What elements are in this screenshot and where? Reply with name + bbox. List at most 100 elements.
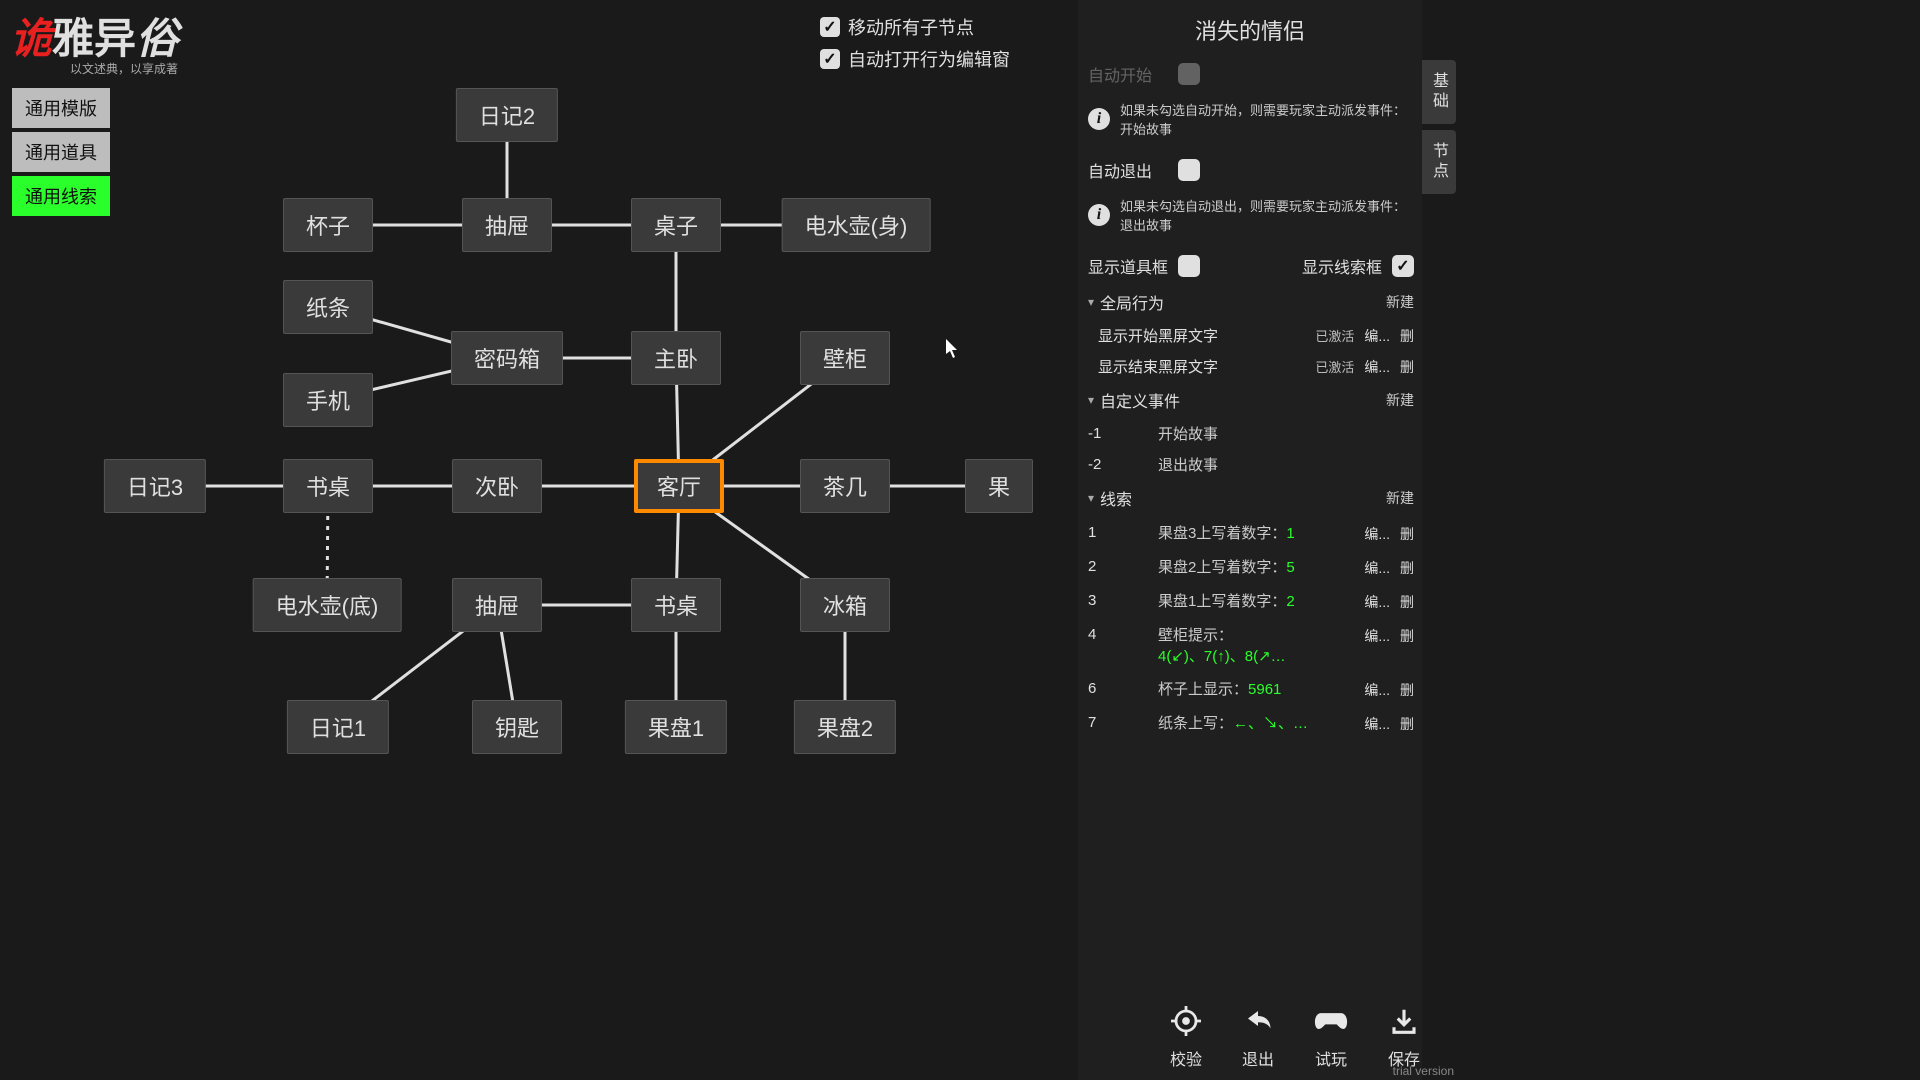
event-id: -2 [1088, 456, 1148, 473]
graph-node[interactable]: 电水壶(底) [253, 578, 402, 632]
button-label: 退出 [1242, 1046, 1274, 1070]
global-new-button[interactable]: 新建 [1386, 292, 1414, 312]
graph-node[interactable]: 日记2 [456, 88, 558, 142]
section-custom-events[interactable]: ▾ 自定义事件 新建 [1088, 382, 1414, 418]
undo-icon [1243, 1006, 1273, 1042]
trial-label: trial version [1393, 1064, 1454, 1078]
clue-row[interactable]: 2 果盘2上写着数字：5 编... 删 [1088, 550, 1414, 584]
chevron-down-icon: ▾ [1088, 295, 1094, 309]
graph-node[interactable]: 抽屉 [452, 578, 542, 632]
info-icon: i [1088, 108, 1110, 130]
edit-button[interactable]: 编... [1364, 678, 1390, 700]
global-behavior-row[interactable]: 显示开始黑屏文字 已激活 编... 删 [1088, 320, 1414, 351]
auto-start-hint: 如果未勾选自动开始，则需要玩家主动派发事件：开始故事 [1120, 100, 1414, 138]
graph-node[interactable]: 茶几 [800, 459, 890, 513]
graph-node[interactable]: 次卧 [452, 459, 542, 513]
show-clue-frame-label: 显示线索框 [1302, 254, 1382, 278]
graph-node[interactable]: 果 [965, 459, 1033, 513]
auto-start-label: 自动开始 [1088, 62, 1168, 86]
section-global[interactable]: ▾ 全局行为 新建 [1088, 284, 1414, 320]
delete-button[interactable]: 删 [1400, 357, 1414, 377]
clue-text: 果盘1上写着数字：2 [1158, 590, 1354, 611]
auto-exit-checkbox[interactable] [1178, 159, 1200, 181]
delete-button[interactable]: 删 [1400, 326, 1414, 346]
graph-node[interactable]: 书桌 [631, 578, 721, 632]
crosshair-icon [1171, 1006, 1201, 1042]
delete-button[interactable]: 删 [1400, 624, 1414, 646]
inspector-side-tabs: 基础节点 [1422, 60, 1456, 200]
clue-id: 3 [1088, 590, 1148, 609]
node-canvas[interactable]: 日记2杯子抽屉桌子电水壶(身)纸条密码箱主卧壁柜手机日记3书桌次卧客厅茶几果电水… [0, 0, 1074, 1080]
graph-node[interactable]: 手机 [283, 373, 373, 427]
toolbar-undo-button[interactable]: 退出 [1242, 1006, 1274, 1070]
toolbar-download-button[interactable]: 保存 [1388, 1006, 1420, 1070]
graph-node[interactable]: 钥匙 [472, 700, 562, 754]
edit-button[interactable]: 编... [1364, 556, 1390, 578]
section-clues[interactable]: ▾ 线索 新建 [1088, 480, 1414, 516]
clue-row[interactable]: 3 果盘1上写着数字：2 编... 删 [1088, 584, 1414, 618]
graph-node[interactable]: 客厅 [634, 459, 724, 513]
side-tab-0[interactable]: 基础 [1422, 60, 1456, 124]
toolbar-gamepad-button[interactable]: 试玩 [1314, 1006, 1348, 1070]
delete-button[interactable]: 删 [1400, 556, 1414, 578]
download-icon [1389, 1006, 1419, 1042]
behavior-state: 已激活 [1315, 326, 1354, 345]
graph-node[interactable]: 桌子 [631, 198, 721, 252]
edit-button[interactable]: 编... [1364, 522, 1390, 544]
graph-node[interactable]: 日记3 [104, 459, 206, 513]
clue-row[interactable]: 7 纸条上写：←、↘、… 编... 删 [1088, 706, 1414, 740]
edit-button[interactable]: 编... [1364, 590, 1390, 612]
graph-node[interactable]: 壁柜 [800, 331, 890, 385]
clue-text: 果盘2上写着数字：5 [1158, 556, 1354, 577]
graph-node[interactable]: 冰箱 [800, 578, 890, 632]
show-clue-frame-checkbox[interactable] [1392, 255, 1414, 277]
show-item-frame-label: 显示道具框 [1088, 254, 1168, 278]
gamepad-icon [1314, 1006, 1348, 1042]
clues-new-button[interactable]: 新建 [1386, 488, 1414, 508]
graph-node[interactable]: 书桌 [283, 459, 373, 513]
edit-button[interactable]: 编... [1364, 326, 1390, 346]
graph-node[interactable]: 果盘2 [794, 700, 896, 754]
behavior-name: 显示开始黑屏文字 [1098, 325, 1305, 346]
custom-new-button[interactable]: 新建 [1386, 390, 1414, 410]
graph-node[interactable]: 抽屉 [462, 198, 552, 252]
clue-id: 6 [1088, 678, 1148, 697]
clue-id: 4 [1088, 624, 1148, 643]
graph-node[interactable]: 电水壶(身) [782, 198, 931, 252]
edit-button[interactable]: 编... [1364, 357, 1390, 377]
auto-start-checkbox[interactable] [1178, 63, 1200, 85]
custom-event-row[interactable]: -2退出故事 [1088, 449, 1414, 480]
clue-row[interactable]: 6 杯子上显示：5961 编... 删 [1088, 672, 1414, 706]
clue-row[interactable]: 4 壁柜提示：4(↙)、7(↑)、8(↗… 编... 删 [1088, 618, 1414, 672]
clue-text: 杯子上显示：5961 [1158, 678, 1354, 699]
clue-text: 纸条上写：←、↘、… [1158, 712, 1354, 733]
behavior-state: 已激活 [1315, 357, 1354, 376]
button-label: 校验 [1170, 1046, 1202, 1070]
show-item-frame-checkbox[interactable] [1178, 255, 1200, 277]
auto-exit-label: 自动退出 [1088, 158, 1168, 182]
graph-node[interactable]: 日记1 [287, 700, 389, 754]
event-id: -1 [1088, 425, 1148, 442]
toolbar-crosshair-button[interactable]: 校验 [1170, 1006, 1202, 1070]
graph-node[interactable]: 主卧 [631, 331, 721, 385]
clue-row[interactable]: 1 果盘3上写着数字：1 编... 删 [1088, 516, 1414, 550]
clue-id: 1 [1088, 522, 1148, 541]
info-icon: i [1088, 204, 1110, 226]
global-behavior-row[interactable]: 显示结束黑屏文字 已激活 编... 删 [1088, 351, 1414, 382]
chevron-down-icon: ▾ [1088, 491, 1094, 505]
delete-button[interactable]: 删 [1400, 522, 1414, 544]
inspector-panel: 消失的情侣 自动开始 i 如果未勾选自动开始，则需要玩家主动派发事件：开始故事 … [1078, 0, 1422, 1080]
edit-button[interactable]: 编... [1364, 712, 1390, 734]
graph-node[interactable]: 杯子 [283, 198, 373, 252]
delete-button[interactable]: 删 [1400, 590, 1414, 612]
custom-event-row[interactable]: -1开始故事 [1088, 418, 1414, 449]
inspector-title: 消失的情侣 [1078, 0, 1422, 56]
graph-node[interactable]: 密码箱 [451, 331, 563, 385]
side-tab-1[interactable]: 节点 [1422, 130, 1456, 194]
delete-button[interactable]: 删 [1400, 678, 1414, 700]
delete-button[interactable]: 删 [1400, 712, 1414, 734]
graph-node[interactable]: 纸条 [283, 280, 373, 334]
graph-node[interactable]: 果盘1 [625, 700, 727, 754]
edit-button[interactable]: 编... [1364, 624, 1390, 646]
chevron-down-icon: ▾ [1088, 393, 1094, 407]
